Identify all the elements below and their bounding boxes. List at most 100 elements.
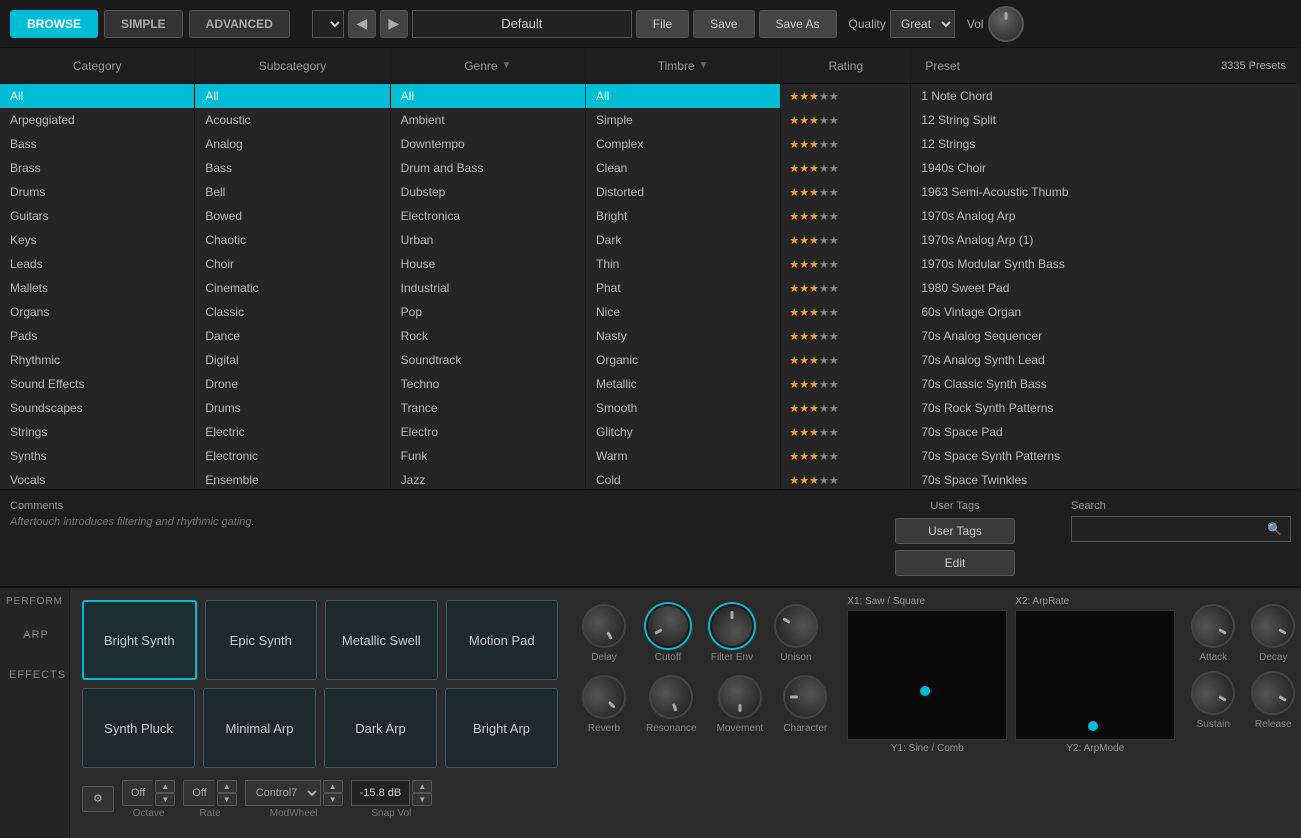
rating-item[interactable]: ★★★★★ (781, 324, 910, 348)
subcategory-list[interactable]: All Acoustic Analog Bass Bell Bowed Chao… (195, 84, 389, 489)
pad-epic-synth[interactable]: Epic Synth (205, 600, 318, 680)
list-item[interactable]: Pop (391, 300, 585, 324)
release-knob[interactable] (1243, 663, 1301, 723)
timbre-dropdown-icon[interactable]: ▼ (699, 60, 709, 71)
character-knob[interactable] (783, 675, 827, 719)
list-item[interactable]: Urban (391, 228, 585, 252)
pad-motion-pad[interactable]: Motion Pad (446, 600, 559, 680)
search-input[interactable] (1072, 517, 1259, 541)
search-icon[interactable]: 🔍 (1259, 517, 1290, 541)
list-item[interactable]: Electro (391, 420, 585, 444)
list-item[interactable]: Simple (586, 108, 780, 132)
list-item[interactable]: Leads (0, 252, 194, 276)
rate-down-btn[interactable]: ▼ (217, 793, 237, 806)
list-item[interactable]: Mallets (0, 276, 194, 300)
tab-browse[interactable]: BROWSE (10, 10, 98, 38)
save-btn[interactable]: Save (693, 10, 754, 38)
rating-item[interactable]: ★★★★★ (781, 156, 910, 180)
list-item[interactable]: 1970s Analog Arp (911, 204, 1300, 228)
modwheel-down-btn[interactable]: ▼ (323, 793, 343, 806)
movement-knob[interactable] (718, 675, 762, 719)
list-item[interactable]: 70s Classic Synth Bass (911, 372, 1300, 396)
unison-knob[interactable] (766, 596, 826, 656)
list-item[interactable]: Drums (195, 396, 389, 420)
list-item[interactable]: 1970s Analog Arp (1) (911, 228, 1300, 252)
modwheel-up-btn[interactable]: ▲ (323, 780, 343, 793)
gear-btn[interactable]: ⚙ (82, 786, 114, 812)
rating-item[interactable]: ★★★★★ (781, 468, 910, 489)
list-item[interactable]: 1980 Sweet Pad (911, 276, 1300, 300)
pad-minimal-arp[interactable]: Minimal Arp (203, 688, 316, 768)
timbre-list[interactable]: All Simple Complex Clean Distorted Brigh… (586, 84, 780, 489)
rating-item[interactable]: ★★★★★ (781, 444, 910, 468)
pad-bright-synth[interactable]: Bright Synth (82, 600, 197, 680)
snap-vol-up-btn[interactable]: ▲ (412, 780, 432, 793)
list-item[interactable]: All (391, 84, 585, 108)
rating-item[interactable]: ★★★★★ (781, 372, 910, 396)
rate-up-btn[interactable]: ▲ (217, 780, 237, 793)
list-item[interactable]: Strings (0, 420, 194, 444)
list-item[interactable]: Smooth (586, 396, 780, 420)
rating-item[interactable]: ★★★★★ (781, 108, 910, 132)
list-item[interactable]: Electric (195, 420, 389, 444)
list-item[interactable]: Sound Effects (0, 372, 194, 396)
cutoff-knob[interactable] (638, 596, 698, 656)
file-btn[interactable]: File (636, 10, 689, 38)
sustain-knob[interactable] (1183, 663, 1243, 723)
list-item[interactable]: Complex (586, 132, 780, 156)
rating-item[interactable]: ★★★★★ (781, 84, 910, 108)
preset-list[interactable]: 1 Note Chord 12 String Split 12 Strings … (911, 84, 1300, 489)
list-item[interactable]: 12 String Split (911, 108, 1300, 132)
list-item[interactable]: Funk (391, 444, 585, 468)
reverb-knob[interactable] (573, 666, 635, 728)
preset-dropdown-arrow[interactable]: ▼ (312, 10, 344, 38)
list-item[interactable]: Keys (0, 228, 194, 252)
list-item[interactable]: All (195, 84, 389, 108)
list-item[interactable]: Synths (0, 444, 194, 468)
list-item[interactable]: Choir (195, 252, 389, 276)
list-item[interactable]: Cinematic (195, 276, 389, 300)
pad-synth-pluck[interactable]: Synth Pluck (82, 688, 195, 768)
list-item[interactable]: Dance (195, 324, 389, 348)
list-item[interactable]: Electronic (195, 444, 389, 468)
delay-knob[interactable] (574, 596, 634, 656)
list-item[interactable]: Bass (0, 132, 194, 156)
edit-btn[interactable]: Edit (895, 550, 1015, 576)
list-item[interactable]: Metallic (586, 372, 780, 396)
pad-dark-arp[interactable]: Dark Arp (324, 688, 437, 768)
list-item[interactable]: Bass (195, 156, 389, 180)
tab-arp[interactable]: ARP (0, 615, 69, 655)
xy-pad-2[interactable] (1015, 610, 1175, 740)
rating-item[interactable]: ★★★★★ (781, 300, 910, 324)
save-as-btn[interactable]: Save As (759, 10, 837, 38)
list-item[interactable]: Phat (586, 276, 780, 300)
list-item[interactable]: Thin (586, 252, 780, 276)
list-item[interactable]: Drums (0, 180, 194, 204)
list-item[interactable]: Clean (586, 156, 780, 180)
rating-item[interactable]: ★★★★★ (781, 420, 910, 444)
list-item[interactable]: Acoustic (195, 108, 389, 132)
list-item[interactable]: Drum and Bass (391, 156, 585, 180)
list-item[interactable]: 70s Space Pad (911, 420, 1300, 444)
rating-item[interactable]: ★★★★★ (781, 276, 910, 300)
list-item[interactable]: Warm (586, 444, 780, 468)
list-item[interactable]: Dark (586, 228, 780, 252)
list-item[interactable]: Classic (195, 300, 389, 324)
pad-metallic-swell[interactable]: Metallic Swell (325, 600, 438, 680)
list-item[interactable]: Techno (391, 372, 585, 396)
list-item[interactable]: 1963 Semi-Acoustic Thumb (911, 180, 1300, 204)
list-item[interactable]: 70s Analog Synth Lead (911, 348, 1300, 372)
vol-knob[interactable] (988, 6, 1024, 42)
list-item[interactable]: Digital (195, 348, 389, 372)
rating-item[interactable]: ★★★★★ (781, 228, 910, 252)
tab-effects[interactable]: EFFECTS (0, 655, 69, 695)
attack-knob[interactable] (1183, 596, 1243, 656)
list-item[interactable]: Distorted (586, 180, 780, 204)
list-item[interactable]: 60s Vintage Organ (911, 300, 1300, 324)
rating-item[interactable]: ★★★★★ (781, 204, 910, 228)
list-item[interactable]: 12 Strings (911, 132, 1300, 156)
xy-pad-1[interactable] (847, 610, 1007, 740)
octave-up-btn[interactable]: ▲ (155, 780, 175, 793)
list-item[interactable]: Arpeggiated (0, 108, 194, 132)
list-item[interactable]: Organs (0, 300, 194, 324)
